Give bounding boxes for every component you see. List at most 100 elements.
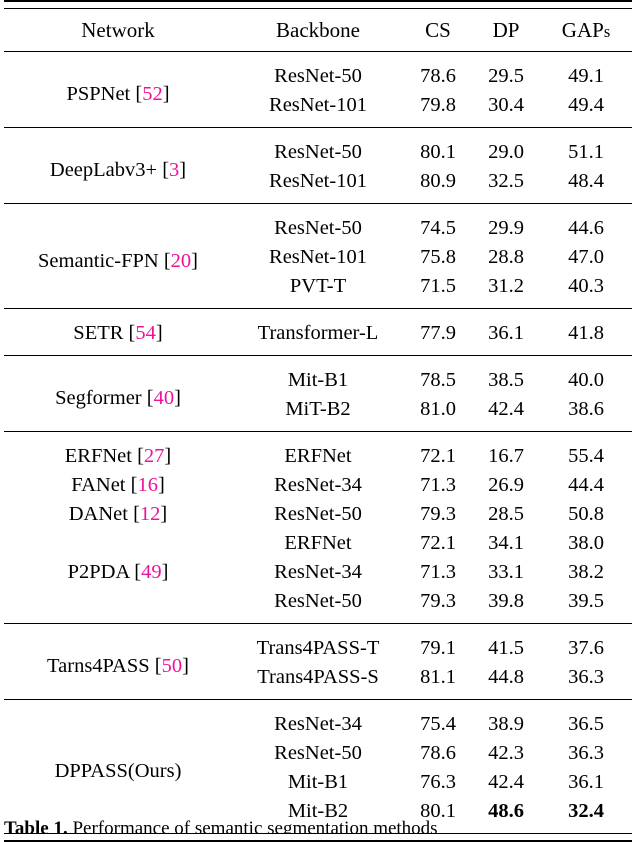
table-row: ResNet-50 79.3 39.8 39.5 <box>4 587 632 624</box>
citation-bracket-close: ] <box>164 445 172 468</box>
cs-value: 71.3 <box>420 474 456 497</box>
citation-bracket-close: ] <box>161 561 169 584</box>
table-row: DPPASS(Ours) ResNet-34 75.4 38.9 36.5 <box>4 703 632 782</box>
backbone-cell: MiT-B2 <box>285 398 351 421</box>
table-row: Tarns4PASS [50] Trans4PASS-T 79.1 41.5 37.6 <box>4 627 632 677</box>
table-rule-top <box>4 0 632 9</box>
citation-bracket-open: [ <box>162 159 170 182</box>
citation-number[interactable]: 40 <box>154 387 175 409</box>
network-name-cell: PSPNet [52] <box>4 55 232 128</box>
network-name-cell: DANet [12] <box>4 500 232 529</box>
network-label: Tarns4PASS <box>47 655 150 678</box>
dp-value: 29.0 <box>488 141 524 164</box>
cs-value: 80.9 <box>420 170 456 193</box>
backbone-cell: ResNet-101 <box>269 94 367 117</box>
network-label: SETR <box>73 322 129 345</box>
caption-label: Table 1. <box>4 818 68 834</box>
network-name-cell: FANet [16] <box>4 471 232 500</box>
citation-bracket-open: [ <box>163 249 171 272</box>
network-name-cell <box>4 529 232 558</box>
network-name-cell: Semantic-FPN [20] <box>4 207 232 309</box>
citation-number[interactable]: 12 <box>140 503 161 525</box>
backbone-cell: ResNet-34 <box>274 713 362 736</box>
caption-text: Performance of semantic segmentation met… <box>72 818 438 834</box>
gaps-value: 38.0 <box>568 532 604 555</box>
cs-value: 79.8 <box>420 94 456 117</box>
backbone-cell: ResNet-50 <box>274 217 362 240</box>
table-row: ERFNet 72.1 34.1 38.0 <box>4 529 632 558</box>
cs-value: 79.1 <box>420 637 456 660</box>
table-row: SETR [54] Transformer-L 77.9 36.1 41.8 <box>4 312 632 356</box>
cs-value: 78.6 <box>420 742 456 765</box>
gaps-value: 47.0 <box>568 246 604 269</box>
table-caption: Table 1. Performance of semantic segment… <box>4 818 632 834</box>
citation-bracket-open: [ <box>133 503 140 526</box>
citation-number[interactable]: 16 <box>137 474 158 496</box>
table-row: FANet [16] ResNet-34 71.3 26.9 44.4 <box>4 471 632 500</box>
citation-number[interactable]: 49 <box>141 561 162 583</box>
table-row: P2PDA [49] ResNet-34 71.3 33.1 38.2 <box>4 558 632 587</box>
table-row: DeepLabv3+ [3] ResNet-50 80.1 29.0 51.1 <box>4 131 632 181</box>
cs-value: 78.6 <box>420 65 456 88</box>
dp-value: 30.4 <box>488 94 524 117</box>
column-header-cs: CS <box>425 17 451 42</box>
gaps-value: 40.3 <box>568 275 604 298</box>
dp-value: 42.4 <box>488 771 524 794</box>
dp-value: 28.8 <box>488 246 524 269</box>
dp-value: 34.1 <box>488 532 524 555</box>
network-name-cell: DPPASS(Ours) <box>4 703 232 834</box>
gaps-value: 36.1 <box>568 771 604 794</box>
table-row: Segformer [40] Mit-B1 78.5 38.5 40.0 <box>4 359 632 409</box>
citation-number[interactable]: 50 <box>162 655 183 677</box>
backbone-cell: ResNet-101 <box>269 246 367 269</box>
citation-bracket-close: ] <box>191 249 198 272</box>
citation-number[interactable]: 52 <box>142 83 163 105</box>
dp-value: 41.5 <box>488 637 524 660</box>
performance-comparison-table: Network Backbone CS DP GAPs PSPNet [52] ResNet… <box>4 0 632 842</box>
dp-value: 29.9 <box>488 217 524 240</box>
gaps-value: 39.5 <box>568 590 604 613</box>
network-name-cell: Segformer [40] <box>4 359 232 432</box>
cs-value: 78.5 <box>420 369 456 392</box>
cs-value: 75.4 <box>420 713 456 736</box>
gaps-value: 44.6 <box>568 217 604 240</box>
dp-value: 26.9 <box>488 474 524 497</box>
cs-value: 80.1 <box>420 141 456 164</box>
column-header-network: Network <box>81 17 155 42</box>
citation-bracket-close: ] <box>157 474 165 497</box>
cs-value: 75.8 <box>420 246 456 269</box>
citation-number[interactable]: 3 <box>169 159 179 181</box>
gaps-value: 38.6 <box>568 398 604 421</box>
network-label: DeepLabv3+ <box>49 159 158 182</box>
citation-bracket-open: [ <box>146 387 154 410</box>
cs-value: 72.1 <box>420 445 456 468</box>
cs-value: 72.1 <box>420 532 456 555</box>
gaps-value: 41.8 <box>568 322 604 345</box>
cs-value: 74.5 <box>420 217 456 240</box>
dp-value: 44.8 <box>488 666 524 689</box>
citation-number[interactable]: 20 <box>171 250 192 272</box>
backbone-cell: ResNet-50 <box>274 65 362 88</box>
cs-value: 81.1 <box>420 666 456 689</box>
dp-value: 36.1 <box>488 322 524 345</box>
network-label: FANet <box>71 474 126 497</box>
citation-bracket-close: ] <box>174 387 181 410</box>
dp-value: 42.3 <box>488 742 524 765</box>
table-rule-bottom <box>4 833 632 842</box>
citation-bracket-close: ] <box>182 655 189 678</box>
gaps-value: 55.4 <box>568 445 604 468</box>
citation-bracket-close: ] <box>160 503 168 526</box>
network-label: DANet <box>68 503 128 526</box>
dp-value: 32.5 <box>488 170 524 193</box>
table-row: PSPNet [52] ResNet-50 78.6 29.5 49.1 <box>4 55 632 105</box>
gaps-value: 36.3 <box>568 742 604 765</box>
gaps-value: 37.6 <box>568 637 604 660</box>
backbone-cell: ERFNet <box>284 445 352 468</box>
gaps-value: 49.4 <box>568 94 604 117</box>
backbone-cell: PVT-T <box>289 275 347 298</box>
citation-number[interactable]: 54 <box>135 322 156 344</box>
network-label: Segformer <box>55 387 142 410</box>
dp-value: 28.5 <box>488 503 524 526</box>
network-name-cell: P2PDA [49] <box>4 558 232 587</box>
citation-number[interactable]: 27 <box>144 445 165 467</box>
